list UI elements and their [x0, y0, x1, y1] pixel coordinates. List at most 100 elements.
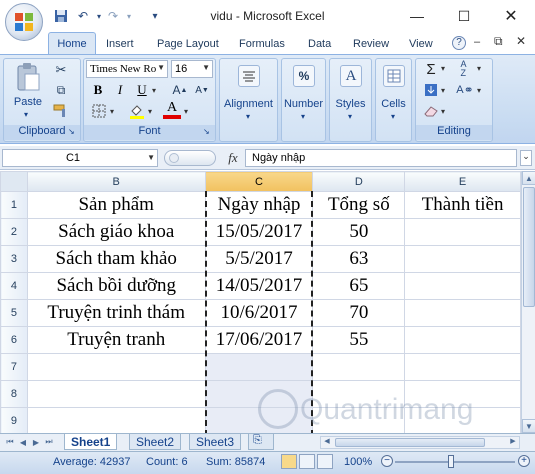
- font-name-select[interactable]: Times New Ro ▼: [86, 60, 168, 78]
- cell-e4[interactable]: [404, 272, 521, 300]
- column-header-c[interactable]: C: [204, 171, 314, 192]
- shrink-font-icon[interactable]: A ▼: [194, 82, 210, 98]
- row-header[interactable]: 3: [0, 245, 28, 273]
- sheet-tab-sheet1[interactable]: Sheet1: [64, 434, 118, 450]
- page-break-view-icon[interactable]: [317, 454, 333, 469]
- cell-e7[interactable]: [404, 353, 521, 381]
- zoom-in-icon[interactable]: +: [518, 455, 530, 467]
- workbook-close-icon[interactable]: ✕: [516, 34, 526, 48]
- scroll-up-icon[interactable]: ▲: [522, 171, 535, 185]
- font-size-select[interactable]: 16 ▼: [171, 60, 213, 78]
- chevron-down-icon[interactable]: ▾: [441, 107, 445, 116]
- cell-d2[interactable]: 50: [312, 218, 406, 246]
- chevron-down-icon[interactable]: ▾: [184, 107, 188, 116]
- zoom-out-icon[interactable]: −: [381, 455, 393, 467]
- cell-d7[interactable]: [312, 353, 406, 381]
- row-header[interactable]: 7: [0, 353, 28, 381]
- cell-b5[interactable]: Truyện trinh thám: [26, 299, 206, 327]
- row-header[interactable]: 6: [0, 326, 28, 354]
- cell-c5[interactable]: 10/6/2017: [204, 299, 314, 327]
- cell-d6[interactable]: 55: [312, 326, 406, 354]
- font-launcher-icon[interactable]: ↘: [203, 127, 210, 136]
- cell-c4[interactable]: 14/05/2017: [204, 272, 314, 300]
- borders-icon[interactable]: [90, 103, 108, 119]
- styles-group[interactable]: A Styles ▾: [329, 58, 372, 142]
- sort-filter-icon[interactable]: A Z: [454, 58, 476, 80]
- scroll-right-icon[interactable]: ▶: [507, 437, 519, 448]
- normal-view-icon[interactable]: [281, 454, 297, 469]
- row-header[interactable]: 4: [0, 272, 28, 300]
- last-sheet-icon[interactable]: ⏭: [43, 436, 55, 448]
- clear-icon[interactable]: [422, 103, 440, 119]
- cell-c6[interactable]: 17/06/2017: [204, 326, 314, 354]
- chevron-down-icon[interactable]: ▾: [148, 107, 152, 116]
- cells-group[interactable]: Cells ▾: [375, 58, 412, 142]
- page-layout-view-icon[interactable]: [299, 454, 315, 469]
- cell-e6[interactable]: [404, 326, 521, 354]
- bold-button[interactable]: B: [90, 82, 106, 98]
- cell-e5[interactable]: [404, 299, 521, 327]
- cell-b2[interactable]: Sách giáo khoa: [26, 218, 206, 246]
- sheet-tab-sheet3[interactable]: Sheet3: [189, 434, 242, 450]
- scroll-thumb[interactable]: [523, 187, 535, 307]
- tab-insert[interactable]: Insert: [106, 34, 134, 54]
- formula-splitter[interactable]: [164, 150, 216, 166]
- cell-c2[interactable]: 15/05/2017: [204, 218, 314, 246]
- cell-e3[interactable]: [404, 245, 521, 273]
- next-sheet-icon[interactable]: ▶: [30, 436, 42, 448]
- cell-b4[interactable]: Sách bồi dưỡng: [26, 272, 206, 300]
- italic-button[interactable]: I: [112, 82, 128, 98]
- insert-function-icon[interactable]: fx: [224, 149, 242, 167]
- chevron-down-icon[interactable]: ▾: [152, 86, 156, 95]
- scroll-left-icon[interactable]: ◀: [321, 437, 333, 448]
- office-button[interactable]: [5, 3, 43, 41]
- select-all-corner[interactable]: [0, 171, 28, 192]
- zoom-slider[interactable]: [395, 461, 515, 463]
- number-group[interactable]: % Number ▾: [281, 58, 326, 142]
- first-sheet-icon[interactable]: ⏮: [4, 436, 16, 448]
- tab-data[interactable]: Data: [308, 34, 331, 54]
- row-header[interactable]: 9: [0, 407, 28, 433]
- expand-formula-icon[interactable]: ⌄: [520, 150, 532, 166]
- cell-c1-active[interactable]: Ngày nhập: [204, 191, 314, 219]
- copy-icon[interactable]: ⧉: [52, 82, 70, 98]
- autosum-icon[interactable]: Σ: [422, 60, 440, 78]
- formula-input[interactable]: Ngày nhập: [245, 149, 517, 167]
- vertical-scrollbar[interactable]: ▲ ▼: [521, 171, 535, 433]
- cell-b1[interactable]: Sản phẩm: [26, 191, 206, 219]
- cell-e2[interactable]: [404, 218, 521, 246]
- column-header-d[interactable]: D: [312, 171, 406, 192]
- tab-page-layout[interactable]: Page Layout: [157, 34, 219, 54]
- zoom-level[interactable]: 100%: [344, 456, 372, 468]
- cell-b6[interactable]: Truyện tranh: [26, 326, 206, 354]
- chevron-down-icon[interactable]: ▾: [110, 107, 114, 116]
- clipboard-launcher-icon[interactable]: ↘: [68, 127, 75, 136]
- row-header[interactable]: 1: [0, 191, 28, 219]
- grow-font-icon[interactable]: A ▲: [172, 82, 188, 98]
- cell-c3[interactable]: 5/5/2017: [204, 245, 314, 273]
- alignment-group[interactable]: Alignment ▾: [219, 58, 278, 142]
- ribbon-restore-icon[interactable]: ⧉: [494, 34, 503, 49]
- tab-review[interactable]: Review: [353, 34, 389, 54]
- fill-color-icon[interactable]: [128, 102, 146, 120]
- paste-button[interactable]: Paste ▾: [10, 62, 46, 120]
- close-button[interactable]: ✕: [496, 4, 526, 28]
- name-box[interactable]: C1 ▼: [2, 149, 158, 167]
- cell-d5[interactable]: 70: [312, 299, 406, 327]
- font-color-button[interactable]: A: [164, 100, 180, 115]
- fill-icon[interactable]: [422, 82, 440, 98]
- chevron-down-icon[interactable]: ▾: [441, 64, 445, 73]
- hscroll-thumb[interactable]: [335, 438, 485, 447]
- row-header[interactable]: 2: [0, 218, 28, 246]
- cell-d4[interactable]: 65: [312, 272, 406, 300]
- sheet-tab-sheet2[interactable]: Sheet2: [129, 434, 182, 450]
- find-select-icon[interactable]: A ⚭: [454, 82, 476, 98]
- cell-b9[interactable]: [26, 407, 206, 433]
- row-header[interactable]: 8: [0, 380, 28, 408]
- horizontal-scrollbar[interactable]: ◀ ▶: [320, 436, 520, 449]
- help-icon[interactable]: ?: [452, 36, 466, 50]
- tab-formulas[interactable]: Formulas: [239, 34, 285, 54]
- scroll-down-icon[interactable]: ▼: [522, 419, 535, 433]
- row-header[interactable]: 5: [0, 299, 28, 327]
- insert-sheet-icon[interactable]: ⎘: [248, 434, 274, 450]
